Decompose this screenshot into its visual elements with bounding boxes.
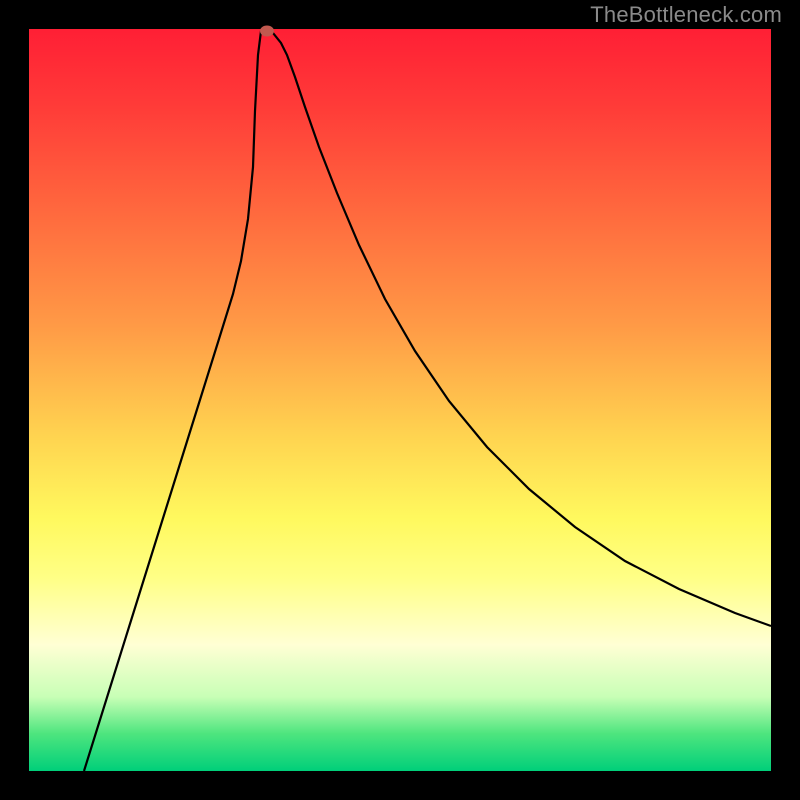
optimum-marker <box>260 26 274 37</box>
curve-layer <box>29 29 771 771</box>
watermark-text: TheBottleneck.com <box>590 2 782 28</box>
bottleneck-curve <box>84 30 771 771</box>
chart-frame: TheBottleneck.com <box>0 0 800 800</box>
